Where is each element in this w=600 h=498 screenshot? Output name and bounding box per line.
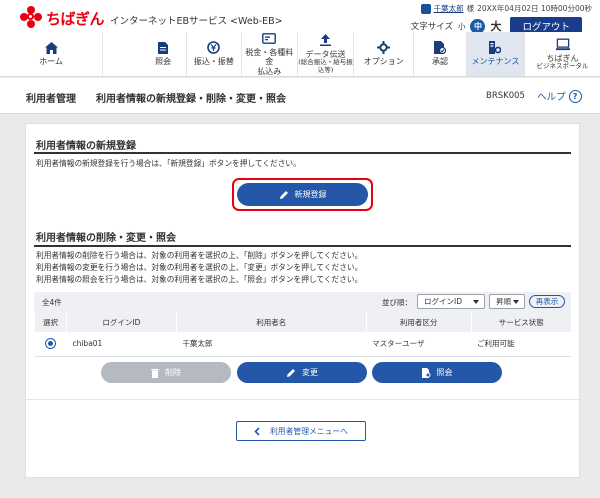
user-suffix: 様 <box>466 4 475 13</box>
pencil-icon <box>279 190 288 199</box>
change-label: 変更 <box>302 368 318 377</box>
user-info: 千葉太郎 様 20XX年04月02日 10時00分00秒 <box>420 3 592 14</box>
back-to-menu-button[interactable]: 利用者管理メニューへ <box>236 421 366 441</box>
delete-label: 削除 <box>165 368 181 377</box>
nav-item-portal[interactable]: ちばぎん ビジネスポータル <box>525 32 600 76</box>
new-register-label: 新規登録 <box>294 190 327 199</box>
manage-description-inquiry: 利用者情報の照会を行う場合は、対象の利用者を選択の上、「照会」ボタンを押してくだ… <box>36 275 363 284</box>
list-toolbar: 全4件 並び順： ログインID 昇順 再表示 <box>34 292 571 312</box>
nav-item-maintenance[interactable]: メンテナンス <box>466 32 525 76</box>
gear-icon <box>377 41 391 55</box>
nav-label-portal-sub: ビジネスポータル <box>536 61 589 70</box>
nav-item-data-transfer[interactable]: データ伝送 (総合振込・給与振込等) <box>298 32 355 76</box>
delete-button[interactable]: 削除 <box>101 362 231 383</box>
sort-label: 並び順： <box>382 298 412 307</box>
main-panel: 利用者情報の新規登録 利用者情報の新規登録を行う場合は、「新規登録」ボタンを押し… <box>25 123 580 478</box>
maintenance-icon <box>488 41 502 55</box>
result-count: 全4件 <box>42 298 62 307</box>
chevron-left-icon <box>254 426 260 436</box>
nav-label-tax-sub: 払込み <box>257 66 282 76</box>
row-radio[interactable] <box>44 338 56 350</box>
home-icon <box>44 41 58 54</box>
font-size-label: 文字サイズ <box>410 22 453 32</box>
nav-label-maintenance: メンテナンス <box>471 57 520 67</box>
nav-item-option[interactable]: オプション <box>354 32 415 76</box>
portal-icon <box>555 38 570 51</box>
manage-description-change: 利用者情報の変更を行う場合は、対象の利用者を選択の上、「変更」ボタンを押してくだ… <box>36 263 363 272</box>
sort-order-value: 昇順 <box>496 297 511 306</box>
divider <box>26 399 579 400</box>
user-name[interactable]: 千葉太郎 <box>434 3 464 14</box>
nav-label-data-transfer-sub: (総合振込・給与振込等) <box>298 58 353 74</box>
register-description: 利用者情報の新規登録を行う場合は、「新規登録」ボタンを押してください。 <box>36 159 301 168</box>
user-table: 選択 ログインID 利用者名 利用者区分 サービス状態 chiba01 千葉太郎… <box>34 312 571 357</box>
trash-icon <box>151 368 159 378</box>
row-select-cell <box>34 332 67 357</box>
row-user-type: マスターユーザ <box>366 332 472 357</box>
login-time: 20XX年04月02日 10時00分00秒 <box>477 4 592 13</box>
nav-item-transfer[interactable]: 振込・振替 <box>187 32 242 76</box>
nav-item-inquiry[interactable]: 照会 <box>140 32 188 76</box>
register-section-title: 利用者情報の新規登録 <box>36 141 136 152</box>
col-select: 選択 <box>34 312 67 332</box>
col-login-id: ログインID <box>65 312 177 332</box>
register-section-rule <box>34 152 571 154</box>
manage-description-delete: 利用者情報の削除を行う場合は、対象の利用者を選択の上、「削除」ボタンを押してくだ… <box>36 251 363 260</box>
redisplay-button[interactable]: 再表示 <box>529 295 565 308</box>
page-header: 利用者管理 利用者情報の新規登録・削除・変更・照会 BRSK005 ヘルプ ? <box>0 78 600 114</box>
page-title: 利用者情報の新規登録・削除・変更・照会 <box>96 94 286 105</box>
nav-label-home: ホーム <box>39 57 63 67</box>
sort-key-select[interactable]: ログインID <box>417 294 485 309</box>
row-login-id: chiba01 <box>66 332 177 357</box>
document-icon <box>156 41 170 54</box>
screen-code: BRSK005 <box>486 91 525 101</box>
help-link[interactable]: ヘルプ ? <box>537 89 582 103</box>
back-to-menu-label: 利用者管理メニューへ <box>270 426 348 436</box>
manage-section-rule <box>34 245 571 247</box>
change-button[interactable]: 変更 <box>237 362 367 383</box>
bank-logo-mark <box>18 5 44 31</box>
new-register-button[interactable]: 新規登録 <box>237 183 368 206</box>
pencil-icon <box>287 368 295 377</box>
col-user-type: 利用者区分 <box>365 312 472 332</box>
table-header-row: 選択 ログインID 利用者名 利用者区分 サービス状態 <box>34 312 571 332</box>
row-status: ご利用可能 <box>471 332 571 357</box>
global-nav: ホーム 照会 振込・振替 税金・各種料金 払込み データ伝送 (総合振込・給与振… <box>0 32 600 77</box>
bank-logo: ちばぎん インターネットEBサービス <Web-EB> <box>18 5 283 31</box>
search-document-icon <box>421 367 430 378</box>
table-row[interactable]: chiba01 千葉太郎 マスターユーザ ご利用可能 <box>34 332 571 357</box>
nav-label-option: オプション <box>363 57 404 67</box>
bank-name: ちばぎん <box>46 9 105 28</box>
font-small-button[interactable]: 小 <box>458 21 466 32</box>
sort-order-select[interactable]: 昇順 <box>489 294 525 309</box>
row-user-name: 千葉太郎 <box>176 332 367 357</box>
nav-item-tax[interactable]: 税金・各種料金 払込み <box>242 32 298 76</box>
manage-section-title: 利用者情報の削除・変更・照会 <box>36 233 176 244</box>
col-status: サービス状態 <box>470 312 571 332</box>
help-label: ヘルプ <box>537 92 566 103</box>
help-icon: ? <box>568 89 582 103</box>
nav-label-tax: 税金・各種料金 <box>245 48 294 67</box>
approval-icon <box>433 41 447 55</box>
nav-item-home[interactable]: ホーム <box>0 32 104 76</box>
top-bar: ちばぎん インターネットEBサービス <Web-EB> 千葉太郎 様 20XX年… <box>0 0 600 35</box>
upload-icon <box>319 34 333 47</box>
nav-label-transfer: 振込・振替 <box>193 57 234 67</box>
service-name: インターネットEBサービス <Web-EB> <box>110 15 283 27</box>
tax-icon <box>262 32 277 45</box>
inquiry-label: 照会 <box>436 368 453 377</box>
yen-icon <box>207 41 221 55</box>
chevron-down-icon <box>513 300 519 304</box>
nav-label-inquiry: 照会 <box>155 57 172 67</box>
breadcrumb-parent: 利用者管理 <box>26 94 76 105</box>
sort-key-value: ログインID <box>424 297 462 306</box>
col-user-name: 利用者名 <box>175 312 367 332</box>
chevron-down-icon <box>473 300 479 304</box>
inquiry-button[interactable]: 照会 <box>372 362 502 383</box>
user-icon <box>420 3 431 14</box>
nav-label-approval: 承認 <box>432 57 449 67</box>
nav-item-approval[interactable]: 承認 <box>414 32 467 76</box>
